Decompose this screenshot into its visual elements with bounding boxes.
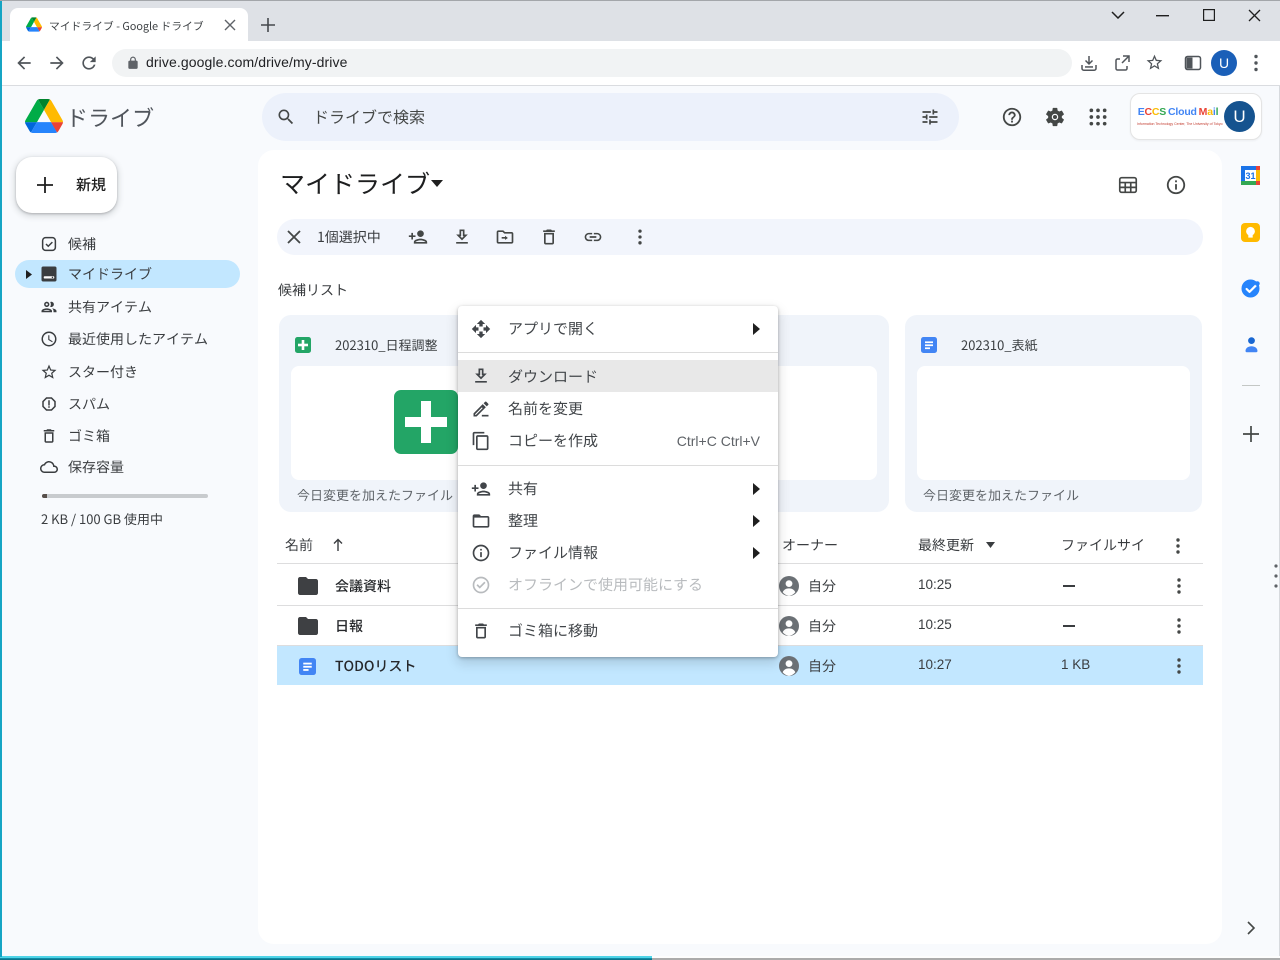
svg-text:31: 31 (1245, 171, 1255, 181)
